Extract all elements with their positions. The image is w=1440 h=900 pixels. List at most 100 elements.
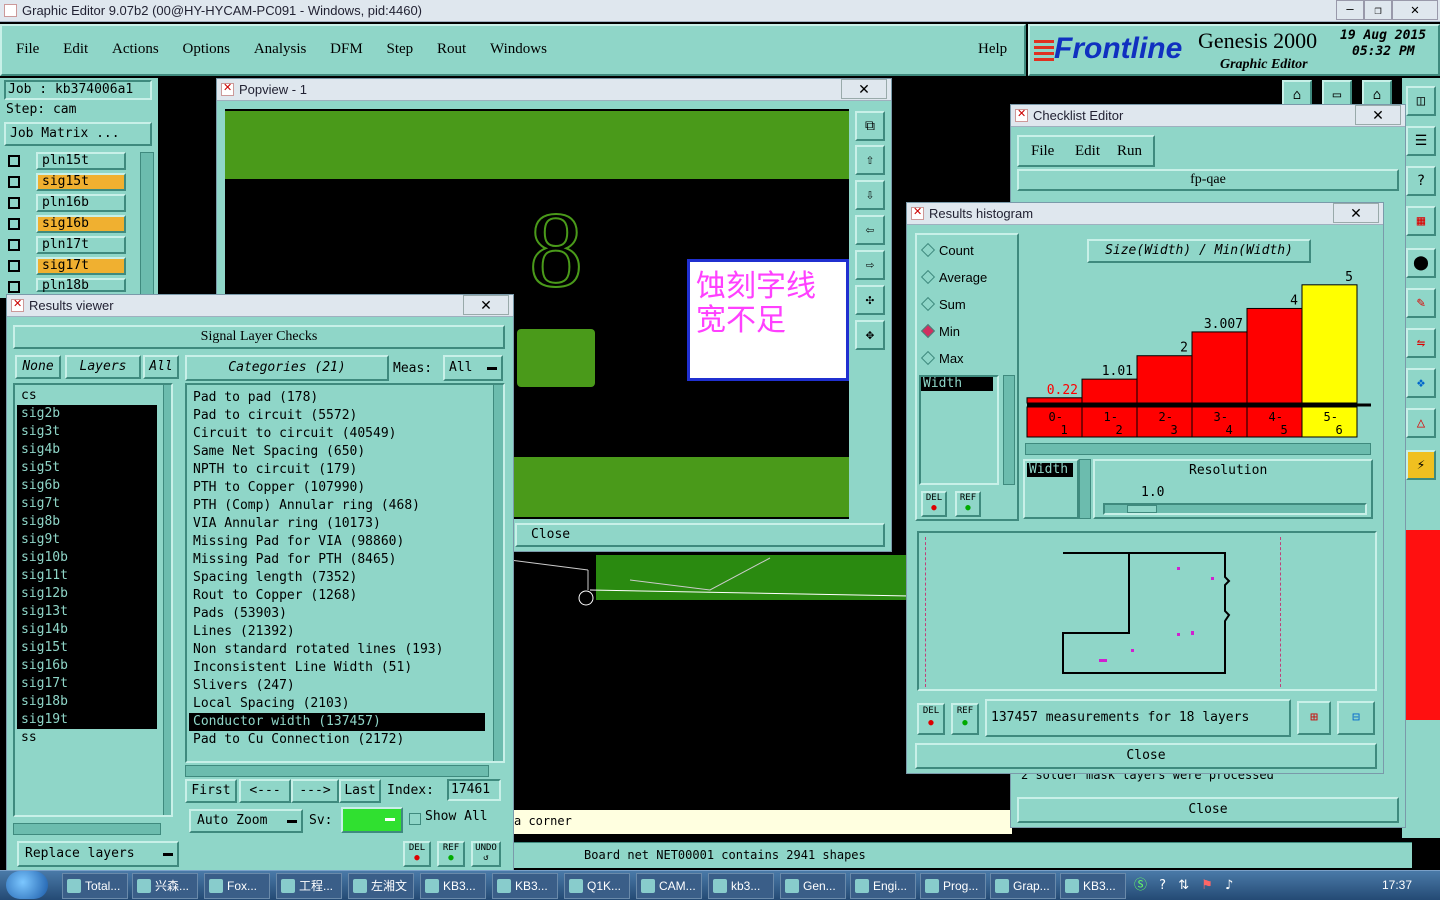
list-item[interactable]: cs — [17, 387, 163, 405]
list-item[interactable]: ss — [17, 729, 163, 747]
list-icon[interactable]: ☰ — [1406, 126, 1436, 156]
layers-button[interactable]: Layers — [65, 355, 141, 379]
taskbar-item[interactable]: 兴森... — [132, 873, 198, 899]
list-item[interactable]: sig2b — [17, 405, 157, 423]
taskbar-item[interactable]: KB3... — [1060, 873, 1126, 899]
menu-file[interactable]: File — [16, 41, 39, 58]
taskbar-item[interactable]: kb3... — [708, 873, 774, 899]
layer-checkbox[interactable] — [8, 197, 20, 209]
layer-row[interactable]: sig15t — [4, 173, 138, 191]
layer-row[interactable]: pln15t — [4, 152, 138, 170]
popview-close-button[interactable]: Close — [515, 523, 885, 547]
category-list-vscrollbar[interactable] — [493, 385, 503, 761]
list-item[interactable]: Pads (53903) — [189, 605, 485, 623]
next-button[interactable]: ---> — [291, 779, 339, 803]
layer-row[interactable]: pln16b — [4, 194, 138, 212]
category-list-box[interactable]: Pad to pad (178) Pad to circuit (5572) C… — [185, 383, 505, 763]
taskbar-item[interactable]: CAM... — [636, 873, 702, 899]
record-icon[interactable]: ⬤ — [1406, 248, 1436, 278]
menu-rout[interactable]: Rout — [437, 41, 466, 58]
tray-volume-icon[interactable]: ♪ — [1225, 878, 1233, 893]
list-item[interactable]: Missing Pad for VIA (98860) — [189, 533, 485, 551]
list-item[interactable]: sig15t — [17, 639, 157, 657]
taskbar-item[interactable]: KB3... — [420, 873, 486, 899]
category-list-hscrollbar[interactable] — [185, 765, 489, 777]
menu-options[interactable]: Options — [183, 41, 231, 58]
auto-zoom-select[interactable]: Auto Zoom — [189, 809, 303, 833]
mode-count[interactable]: Count — [920, 242, 974, 259]
preview-del-button[interactable]: DEL ● — [917, 703, 945, 735]
list-item[interactable]: sig9t — [17, 531, 157, 549]
checklist-menu-edit[interactable]: Edit — [1075, 143, 1100, 160]
taskbar-item[interactable]: Fox... — [204, 873, 270, 899]
list-item[interactable]: sig17t — [17, 675, 157, 693]
last-button[interactable]: Last — [339, 779, 381, 803]
layer-checkbox[interactable] — [8, 239, 20, 251]
measure-icon[interactable]: △ — [1406, 408, 1436, 438]
taskbar-item[interactable]: Gen... — [780, 873, 846, 899]
slider-thumb[interactable] — [1127, 505, 1157, 513]
menu-help[interactable]: Help — [978, 41, 1007, 58]
pan-down-icon[interactable]: ⇩ — [855, 180, 885, 210]
sv-color-select[interactable] — [341, 807, 403, 833]
pan-left-icon[interactable]: ⇦ — [855, 215, 885, 245]
list-item[interactable]: sig18b — [17, 693, 157, 711]
menu-dfm[interactable]: DFM — [330, 41, 363, 58]
layer-list-scrollbar[interactable] — [140, 152, 154, 298]
categories-button[interactable]: Categories (21) — [185, 355, 389, 381]
layer-row[interactable]: sig16b — [4, 215, 138, 233]
index-input[interactable]: 17461 — [447, 779, 501, 801]
taskbar-item[interactable]: Prog... — [920, 873, 986, 899]
mode-min[interactable]: Min — [920, 323, 960, 340]
zoom-fit-icon[interactable]: ⧉ — [855, 111, 885, 141]
popview-close-icon[interactable]: ✕ — [841, 79, 887, 99]
list-item[interactable]: sig11t — [17, 567, 157, 585]
hist-ref-button[interactable]: REF ● — [955, 491, 981, 517]
list-item[interactable]: sig14b — [17, 621, 157, 639]
job-matrix-button[interactable]: Job Matrix ... — [4, 122, 152, 146]
undo-button[interactable]: UNDO ↺ — [471, 841, 501, 867]
list-item[interactable]: Same Net Spacing (650) — [189, 443, 485, 461]
preview-ref-button[interactable]: REF ● — [951, 703, 979, 735]
attribute-list[interactable]: Width — [919, 375, 999, 485]
mode-max[interactable]: Max — [920, 350, 964, 367]
all-layers-button[interactable]: All — [143, 355, 179, 379]
layer-row[interactable]: pln17t — [4, 236, 138, 254]
list-item[interactable]: Slivers (247) — [189, 677, 485, 695]
layer-checkbox[interactable] — [8, 260, 20, 272]
replace-layers-select[interactable]: Replace layers — [17, 841, 179, 867]
start-button[interactable] — [6, 871, 48, 899]
zoom-in-icon[interactable]: ✣ — [855, 285, 885, 315]
layer-checkbox[interactable] — [8, 176, 20, 188]
histogram-bar[interactable] — [1026, 397, 1083, 404]
layer-list-vscrollbar[interactable] — [163, 385, 171, 815]
hist-del-button[interactable]: DEL ● — [921, 491, 947, 517]
list-item-selected[interactable]: Conductor width (137457) — [189, 713, 485, 731]
taskbar-item[interactable]: Total... — [62, 873, 128, 899]
list-item[interactable]: sig12b — [17, 585, 157, 603]
checklist-menu-file[interactable]: File — [1031, 143, 1054, 160]
list-item[interactable]: sig4b — [17, 441, 157, 459]
checklist-close-button[interactable]: Close — [1017, 797, 1399, 823]
histogram-bar[interactable] — [1081, 378, 1138, 404]
taskbar-item[interactable]: 左湘文 — [348, 873, 414, 899]
list-item[interactable]: PTH to Copper (107990) — [189, 479, 485, 497]
menu-windows[interactable]: Windows — [490, 41, 547, 58]
export-chart-icon[interactable]: ⊞ — [1297, 701, 1331, 735]
list-item[interactable]: sig3t — [17, 423, 157, 441]
meas-select[interactable]: All — [443, 355, 503, 381]
list-item[interactable]: Pad to pad (178) — [189, 389, 485, 407]
list-item[interactable]: sig6b — [17, 477, 157, 495]
menu-analysis[interactable]: Analysis — [254, 41, 307, 58]
chart-hscrollbar[interactable] — [1025, 443, 1371, 455]
layer-list-box[interactable]: cs sig2b sig3t sig4b sig5t sig6b sig7t s… — [13, 383, 173, 817]
list-item[interactable]: Circuit to circuit (40549) — [189, 425, 485, 443]
histogram-bar[interactable] — [1191, 331, 1248, 404]
list-item[interactable]: Pad to Cu Connection (2172) — [189, 731, 485, 749]
close-window-button[interactable]: ✕ — [1392, 0, 1438, 20]
none-button[interactable]: None — [15, 355, 61, 379]
checklist-menu-run[interactable]: Run — [1117, 143, 1142, 160]
list-item[interactable]: sig8b — [17, 513, 157, 531]
snap-icon[interactable]: ⚡ — [1406, 450, 1436, 480]
taskbar-item[interactable]: Q1K... — [564, 873, 630, 899]
